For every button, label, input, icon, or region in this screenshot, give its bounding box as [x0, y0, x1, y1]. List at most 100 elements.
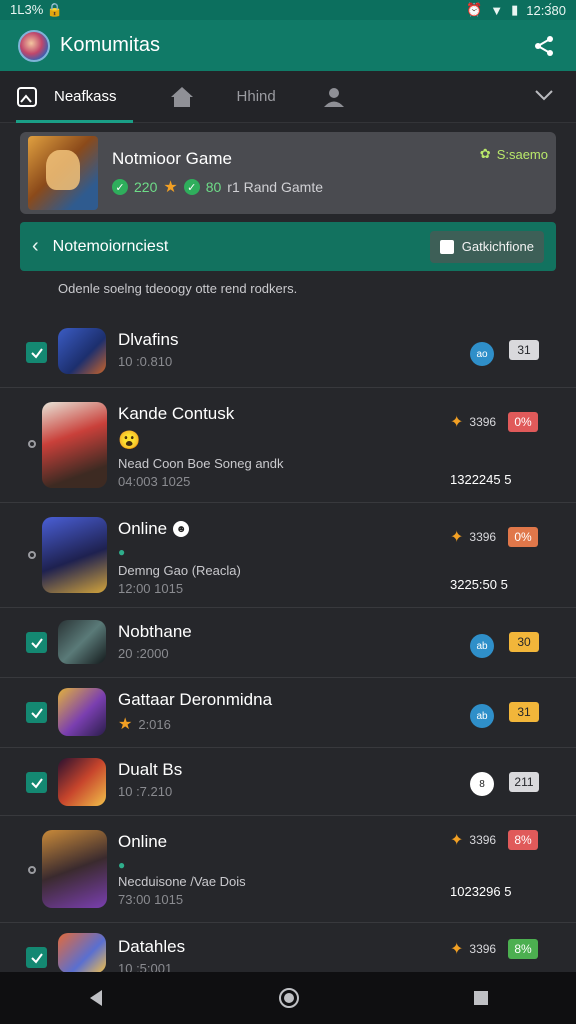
- star-icon: ✦: [450, 414, 464, 431]
- section-description: Odenle soelng tdeoogy otte rend rodkers.: [58, 281, 298, 296]
- featured-game-title: Notmioor Game: [112, 149, 232, 168]
- list-item[interactable]: Online ● Necduisone /Vae Dois 73:00 1015…: [0, 816, 576, 923]
- tag-icon: ab: [470, 704, 494, 728]
- item-subtitle: 10 :0.810: [118, 354, 173, 369]
- game-icon: [58, 620, 106, 664]
- item-stat-value: 3396: [469, 942, 497, 956]
- tag-icon: ab: [470, 634, 494, 658]
- smile-icon: ☻: [173, 521, 190, 537]
- checkbox-checked[interactable]: [26, 632, 47, 653]
- star-icon: ✦: [450, 832, 464, 849]
- app-logo: [18, 29, 50, 62]
- featured-game-artwork: [28, 136, 98, 210]
- tab-profile[interactable]: [306, 71, 362, 123]
- status-bar: 1L3% 🔒 ⏰ ▼ ▮ 12:3́80: [0, 0, 576, 20]
- check-icon: [30, 347, 43, 359]
- tab-house[interactable]: [153, 71, 211, 123]
- item-description: Necduisone /Vae Dois: [118, 874, 246, 889]
- radio-dot[interactable]: [28, 551, 36, 559]
- system-nav-bar: [0, 972, 576, 1024]
- list-item[interactable]: Kandе Contusk 😮 Nеad Coon Boe Soneg andk…: [0, 388, 576, 503]
- item-stat-value: 3396: [469, 530, 497, 544]
- item-description: Demng Gao (Reacla): [118, 563, 241, 578]
- list-item[interactable]: Online ☻ ● Demng Gao (Reacla) 12:00 1015 …: [0, 503, 576, 608]
- game-icon: [42, 517, 107, 593]
- list-item[interactable]: Dualt Bs 10 :7.210 8 211: [0, 748, 576, 816]
- check-circle-icon: ✓: [183, 179, 200, 195]
- item-badge: 0%: [508, 412, 538, 432]
- list-item[interactable]: Nobthane 20 :2000 ab 30: [0, 608, 576, 678]
- featured-right-text: S:saemo: [496, 146, 548, 162]
- item-badge: 31: [509, 702, 539, 722]
- item-stat: ★ 2:016: [118, 714, 171, 734]
- tag-icon: 8: [470, 772, 494, 796]
- item-title: Dualt Bs: [118, 760, 183, 779]
- item-stat: ✦ 3396: [450, 527, 496, 547]
- featured-count-b: 80: [205, 179, 222, 195]
- item-title: Online ☻: [118, 519, 190, 539]
- share-button[interactable]: [530, 32, 558, 60]
- tabs-expand-button[interactable]: [534, 88, 576, 106]
- checkbox-icon: [439, 239, 454, 254]
- check-icon: [30, 952, 43, 964]
- tab-bar: Neafkass Hhind: [0, 71, 576, 123]
- star-icon: ✦: [450, 941, 464, 958]
- tab-label: Neafkass: [54, 88, 117, 105]
- item-subtitle: 2:016: [138, 716, 171, 732]
- item-stat: ✦ 3396: [450, 412, 496, 432]
- leaf-icon: ✿: [479, 146, 491, 161]
- tab-label: Hhind: [236, 88, 276, 105]
- game-list: Dlvafins 10 :0.810 ao 31 Kandе Contusk 😮…: [0, 318, 576, 983]
- item-description: Nеad Coon Boe Soneg andk: [118, 456, 284, 471]
- item-stat-value: 3396: [469, 415, 497, 429]
- status-left-text: 1L3% 🔒: [10, 2, 64, 17]
- item-badge: 31: [509, 340, 539, 360]
- item-badge: 211: [509, 772, 539, 792]
- item-badge: 30: [509, 632, 539, 652]
- item-title: Gattaar Deronmidna: [118, 690, 273, 709]
- item-stat: ✦ 3396: [450, 830, 496, 850]
- item-total: 3225:50 5: [450, 577, 508, 592]
- item-subtitle: 10 :7.210: [118, 784, 173, 799]
- checkbox-checked[interactable]: [26, 772, 47, 793]
- item-subtitle: 73:00 1015: [118, 892, 184, 907]
- banner-action-button[interactable]: Gatkichfione: [429, 230, 544, 263]
- emoji-icon: ●: [118, 858, 126, 872]
- list-item[interactable]: Dlvafins 10 :0.810 ao 31: [0, 318, 576, 388]
- battery-icon: ▮: [511, 2, 519, 17]
- checkbox-checked[interactable]: [26, 702, 47, 723]
- featured-game-card[interactable]: Notmioor Game ✓ 220 ★ ✓ 80 r1 Rand Gamte…: [20, 132, 556, 214]
- item-subtitle: 12:00 1015: [118, 581, 184, 596]
- star-icon: ✦: [450, 529, 464, 546]
- item-stat: ✦ 3396: [450, 939, 496, 959]
- tag-icon: ao: [470, 342, 494, 366]
- house-icon: [170, 86, 193, 107]
- radio-dot[interactable]: [28, 440, 36, 448]
- emoji-icon: 😮: [118, 430, 141, 450]
- game-icon: [58, 688, 106, 736]
- chevron-left-icon[interactable]: ‹: [32, 235, 39, 258]
- item-title: Datahles: [118, 937, 186, 956]
- share-icon: [535, 35, 553, 56]
- image-icon: [17, 86, 37, 107]
- emoji-icon: ●: [118, 545, 126, 559]
- item-subtitle: 04:003 1025: [118, 474, 191, 489]
- checkbox-checked[interactable]: [26, 947, 47, 968]
- checkbox-checked[interactable]: [26, 342, 47, 363]
- item-total: 1322245 5: [450, 472, 512, 487]
- profile-icon: [323, 87, 344, 107]
- item-total: 1023296 5: [450, 884, 512, 899]
- tab-hhind[interactable]: Hhind: [221, 71, 292, 123]
- item-badge: 8%: [508, 939, 538, 959]
- list-item[interactable]: Gattaar Deronmidna ★ 2:016 ab 31: [0, 678, 576, 748]
- recents-button[interactable]: [472, 989, 490, 1007]
- banner-title: Notemoiornciest: [52, 237, 169, 255]
- chevron-down-icon: [535, 89, 553, 100]
- check-icon: [30, 777, 43, 789]
- item-title: Dlvafins: [118, 330, 179, 349]
- item-badge: 8%: [508, 830, 538, 850]
- back-button[interactable]: [86, 988, 106, 1008]
- tab-neafkass[interactable]: Neafkass: [0, 71, 133, 123]
- home-button[interactable]: [278, 987, 300, 1009]
- radio-dot[interactable]: [28, 866, 36, 874]
